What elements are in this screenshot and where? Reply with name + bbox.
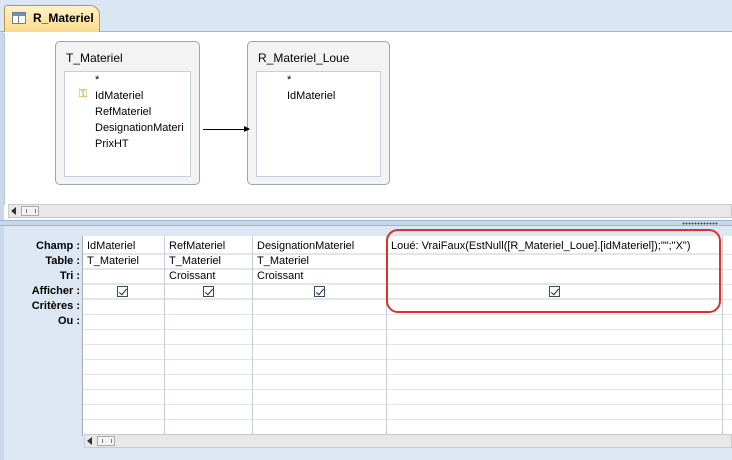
cell-tri[interactable]: Croissant [165, 269, 252, 284]
table-title: R_Materiel_Loue [258, 51, 350, 65]
row-label-table: Table : [45, 255, 80, 267]
grid-column[interactable]: DesignationMateriel T_Materiel Croissant [253, 236, 387, 436]
field-item[interactable]: IdMateriel [95, 90, 143, 102]
grid-horizontal-scrollbar[interactable] [84, 434, 732, 448]
field-item[interactable]: RefMateriel [95, 106, 151, 118]
grid-column[interactable]: Loué: VraiFaux(EstNull([R_Materiel_Loue]… [387, 236, 723, 436]
cell-champ-expression[interactable]: Loué: VraiFaux(EstNull([R_Materiel_Loue]… [387, 239, 722, 254]
cell-champ[interactable]: DesignationMateriel [253, 239, 386, 254]
tab-label: R_Materiel [33, 11, 94, 25]
field-item[interactable]: IdMateriel [287, 90, 335, 102]
cell-table[interactable]: T_Materiel [253, 254, 386, 269]
design-grid: IdMateriel T_Materiel RefMateriel T_Mate… [82, 236, 732, 436]
cell-champ[interactable]: RefMateriel [165, 239, 252, 254]
row-label-ou: Ou : [58, 315, 80, 327]
field-item[interactable]: PrixHT [95, 138, 129, 150]
grid-row-labels: Champ : Table : Tri : Afficher : Critère… [8, 239, 80, 329]
primary-key-icon: ⚿ [79, 88, 88, 100]
show-checkbox[interactable] [117, 286, 128, 297]
query-grid-pane: Champ : Table : Tri : Afficher : Critère… [4, 226, 732, 460]
cell-tri[interactable] [387, 269, 722, 284]
cell-afficher [165, 284, 252, 299]
show-checkbox[interactable] [314, 286, 325, 297]
field-item[interactable]: * [287, 74, 291, 86]
cell-afficher [83, 284, 164, 299]
row-label-tri: Tri : [59, 270, 80, 282]
row-label-champ: Champ : [36, 240, 80, 252]
scroll-thumb[interactable] [21, 206, 39, 216]
row-label-afficher: Afficher : [31, 285, 80, 297]
grid-column[interactable]: IdMateriel T_Materiel [83, 236, 165, 436]
splitter-grip-icon[interactable] [682, 222, 718, 225]
table-box-r-materiel-loue[interactable]: R_Materiel_Loue * IdMateriel [247, 41, 390, 185]
cell-afficher [387, 284, 722, 299]
show-checkbox[interactable] [203, 286, 214, 297]
field-list: * IdMateriel [256, 71, 381, 177]
field-item[interactable]: * [95, 74, 99, 86]
row-label-criteres: Critères : [31, 300, 80, 312]
join-line[interactable] [203, 126, 250, 132]
query-icon [12, 12, 26, 24]
cell-tri[interactable] [83, 269, 164, 284]
scroll-thumb[interactable] [97, 436, 115, 446]
cell-champ[interactable]: IdMateriel [83, 239, 164, 254]
document-tab-strip: R_Materiel [0, 0, 732, 32]
field-list: * ⚿ IdMateriel RefMateriel DesignationMa… [64, 71, 191, 177]
table-box-t-materiel[interactable]: T_Materiel * ⚿ IdMateriel RefMateriel De… [55, 41, 200, 185]
cell-afficher [253, 284, 386, 299]
show-checkbox[interactable] [549, 286, 560, 297]
scroll-left-icon[interactable] [11, 207, 16, 215]
cell-tri[interactable]: Croissant [253, 269, 386, 284]
grid-column[interactable]: RefMateriel T_Materiel Croissant [165, 236, 253, 436]
cell-table[interactable]: T_Materiel [165, 254, 252, 269]
field-item[interactable]: DesignationMateri [95, 122, 184, 134]
tab-r-materiel[interactable]: R_Materiel [4, 5, 100, 32]
upper-horizontal-scrollbar[interactable] [8, 204, 732, 218]
scroll-left-icon[interactable] [87, 437, 92, 445]
query-design-upper-pane: T_Materiel * ⚿ IdMateriel RefMateriel De… [4, 33, 732, 205]
cell-table[interactable]: T_Materiel [83, 254, 164, 269]
cell-table[interactable] [387, 254, 722, 269]
table-title: T_Materiel [66, 51, 123, 65]
